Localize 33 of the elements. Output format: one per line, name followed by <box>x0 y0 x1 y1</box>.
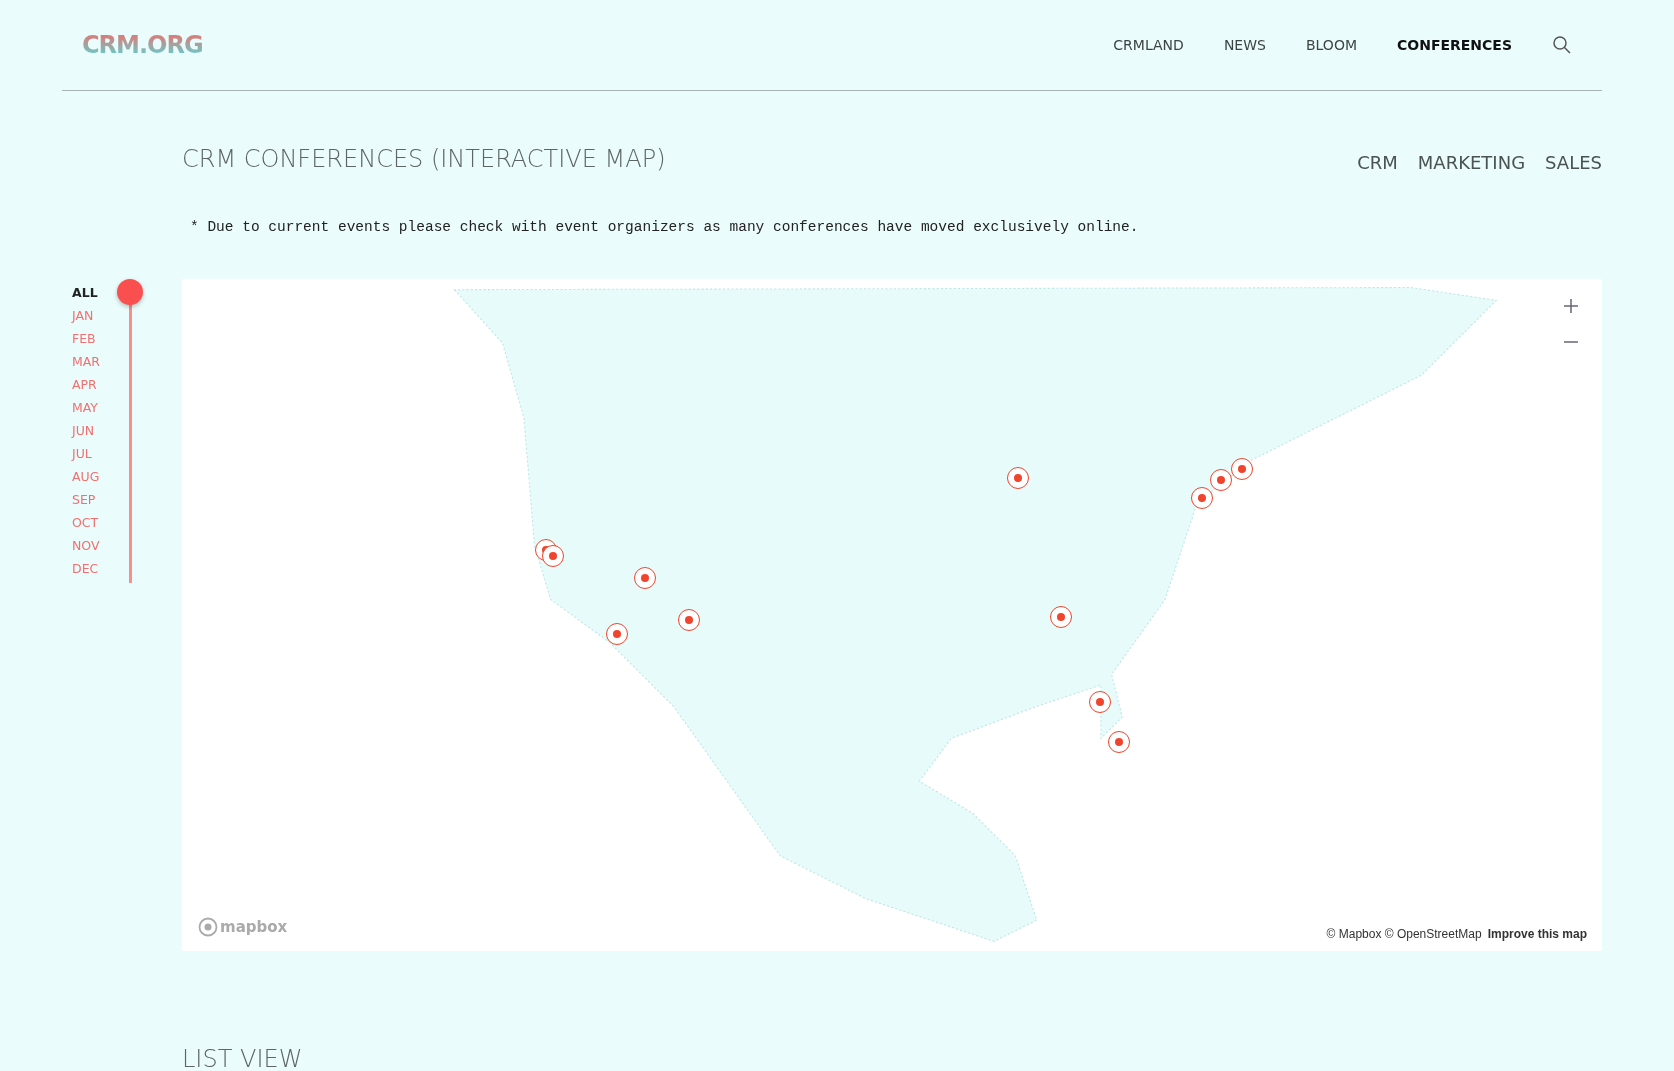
attribution-text: © Mapbox © OpenStreetMap <box>1326 927 1482 941</box>
month-item[interactable]: FEB <box>72 327 182 350</box>
page-title: CRM CONFERENCES (INTERACTIVE MAP) <box>182 145 666 173</box>
mapbox-logo-icon[interactable] <box>198 917 218 937</box>
month-item[interactable]: SEP <box>72 488 182 511</box>
filter-link[interactable]: SALES <box>1545 152 1602 173</box>
map-marker-icon[interactable] <box>1088 691 1111 714</box>
mapbox-logo-text[interactable]: mapbox <box>220 918 288 936</box>
month-item[interactable]: APR <box>72 373 182 396</box>
improve-map-link[interactable]: Improve this map <box>1487 927 1587 941</box>
nav-link[interactable]: CRMLAND <box>1113 37 1184 53</box>
section-title: LIST VIEW <box>182 1045 304 1071</box>
map-background[interactable]: mapbox © Mapbox © OpenStreetMap Improve this map <box>182 279 1602 951</box>
month-item[interactable]: OCT <box>72 511 182 534</box>
map-marker-pair-icon[interactable] <box>535 539 566 568</box>
filter-link[interactable]: MARKETING <box>1417 152 1526 173</box>
month-item[interactable]: JUN <box>72 419 182 442</box>
month-item[interactable]: DEC <box>72 557 182 580</box>
month-item[interactable]: NOV <box>72 534 182 557</box>
map-marker-icon[interactable] <box>1108 730 1131 753</box>
nav-link[interactable]: CONFERENCES <box>1397 37 1512 53</box>
nav-link[interactable]: NEWS <box>1223 37 1266 53</box>
month-item[interactable]: JUL <box>72 442 182 465</box>
month-item[interactable]: MAR <box>72 350 182 373</box>
month-item[interactable]: JAN <box>72 304 182 327</box>
slider-handle[interactable] <box>117 279 143 305</box>
notice-text: * Due to current events please check with event organizers as many conferences have moved exclusively online. <box>190 219 1140 235</box>
filter-link[interactable]: CRM <box>1357 152 1398 173</box>
month-item[interactable]: AUG <box>72 465 182 488</box>
search-icon[interactable] <box>1552 35 1572 55</box>
month-item[interactable]: ALL <box>72 281 182 304</box>
month-item[interactable]: MAY <box>72 396 182 419</box>
nav-link[interactable]: BLOOM <box>1305 37 1357 53</box>
